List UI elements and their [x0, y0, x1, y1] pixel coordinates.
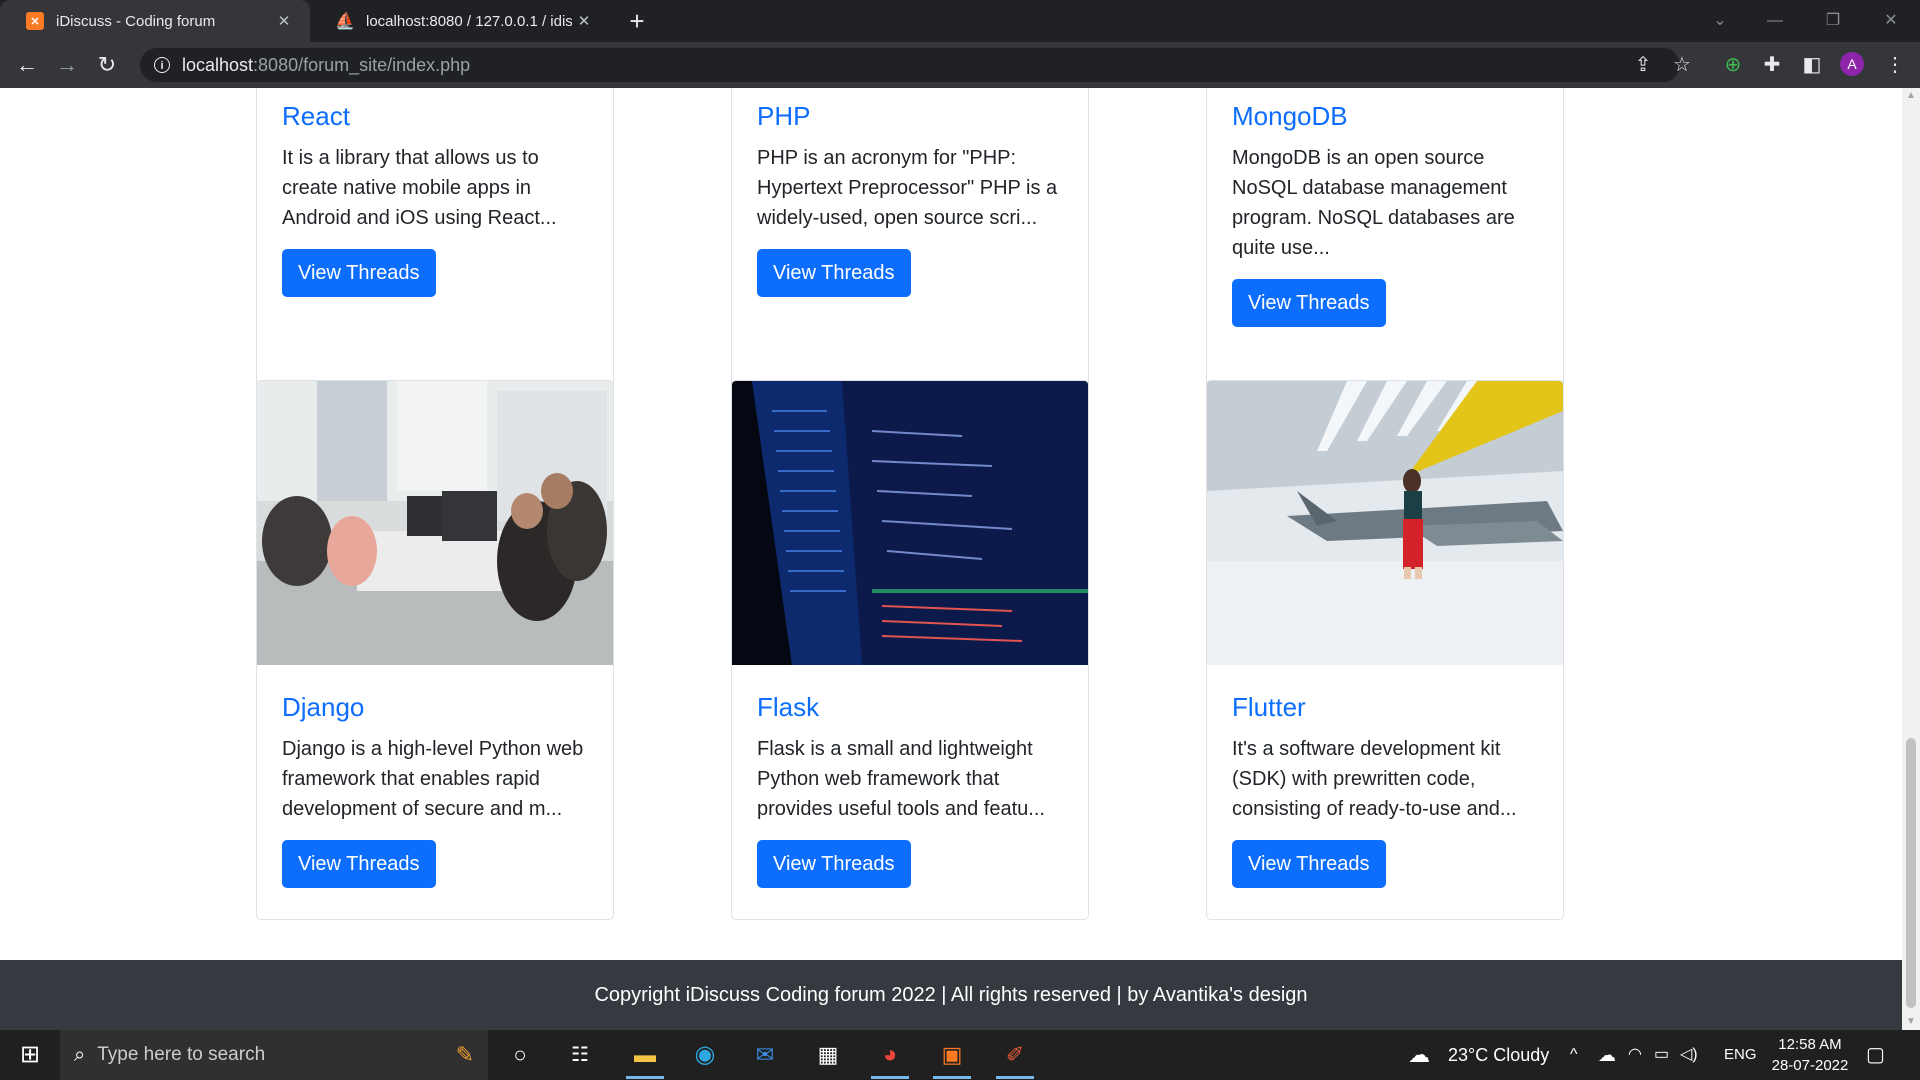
- mail-icon[interactable]: ✉: [740, 1035, 790, 1075]
- address-bar[interactable]: i localhost:8080/forum_site/index.php: [140, 48, 1680, 82]
- card-text: MongoDB is an open source NoSQL database…: [1232, 147, 1515, 259]
- view-threads-button[interactable]: View Threads: [757, 249, 911, 297]
- close-tab-icon[interactable]: ✕: [572, 12, 596, 30]
- file-explorer-icon[interactable]: ▬: [620, 1035, 670, 1079]
- weather-text[interactable]: 23°C Cloudy: [1448, 1030, 1549, 1080]
- restore-button[interactable]: ❐: [1818, 6, 1848, 36]
- clock-date: 28-07-2022: [1771, 1057, 1849, 1074]
- page-scrollbar[interactable]: ▲ ▼: [1902, 88, 1920, 1030]
- card-text: It is a library that allows us to create…: [282, 147, 557, 229]
- site-info-icon[interactable]: i: [154, 57, 170, 73]
- task-view-icon[interactable]: ☷: [560, 1035, 600, 1075]
- clock-time: 12:58 AM: [1778, 1036, 1842, 1053]
- side-panel-icon[interactable]: ◧: [1797, 50, 1827, 80]
- browser-tab-bar: ✕ iDiscuss - Coding forum ✕ ⛵ localhost:…: [0, 0, 1920, 42]
- weather-cloud-icon[interactable]: ☁: [1408, 1030, 1430, 1080]
- wifi-icon[interactable]: ◠: [1628, 1030, 1642, 1080]
- card-php: PHP PHP is an acronym for "PHP: Hypertex…: [731, 88, 1089, 418]
- windows-start-icon[interactable]: ⊞: [12, 1035, 48, 1075]
- view-threads-button[interactable]: View Threads: [1232, 840, 1386, 888]
- office-team-photo: [257, 381, 613, 665]
- minimize-button[interactable]: —: [1760, 6, 1790, 36]
- new-tab-button[interactable]: +: [622, 6, 652, 36]
- close-window-button[interactable]: ✕: [1876, 6, 1906, 36]
- share-icon[interactable]: ⇪: [1628, 50, 1658, 80]
- volume-icon[interactable]: ◁): [1680, 1030, 1698, 1080]
- bookmark-star-icon[interactable]: ☆: [1667, 50, 1697, 80]
- chrome-icon[interactable]: ◕: [865, 1035, 915, 1079]
- phpmyadmin-icon: ⛵: [335, 13, 355, 30]
- card-text: Flask is a small and lightweight Python …: [757, 738, 1045, 820]
- tab-title: iDiscuss - Coding forum: [56, 12, 216, 30]
- card-title[interactable]: PHP: [757, 99, 1063, 133]
- card-flutter: Flutter It's a software development kit …: [1206, 380, 1564, 920]
- browser-toolbar: ← → ↻ i localhost:8080/forum_site/index.…: [0, 42, 1920, 88]
- url-path: :8080/forum_site/index.php: [253, 54, 471, 75]
- tab-search-icon[interactable]: ⌄: [1705, 6, 1735, 36]
- card-text: It's a software development kit (SDK) wi…: [1232, 738, 1517, 820]
- scrollbar-thumb[interactable]: [1906, 738, 1916, 1008]
- card-title[interactable]: React: [282, 99, 588, 133]
- card-title[interactable]: Django: [282, 690, 588, 724]
- tab-idiscuss[interactable]: ✕ iDiscuss - Coding forum ✕: [0, 0, 310, 42]
- card-react: React It is a library that allows us to …: [256, 88, 614, 418]
- microsoft-store-icon[interactable]: ▦: [803, 1035, 853, 1075]
- clock[interactable]: 12:58 AM 28-07-2022: [1768, 1034, 1852, 1076]
- view-threads-button[interactable]: View Threads: [1232, 279, 1386, 327]
- view-threads-button[interactable]: View Threads: [282, 249, 436, 297]
- page-footer: Copyright iDiscuss Coding forum 2022 | A…: [0, 960, 1902, 1030]
- url-host: localhost: [182, 54, 254, 75]
- scroll-up-icon[interactable]: ▲: [1905, 90, 1917, 102]
- search-placeholder: Type here to search: [97, 1044, 266, 1065]
- card-title[interactable]: MongoDB: [1232, 99, 1538, 133]
- tray-chevron-icon[interactable]: ^: [1570, 1030, 1578, 1080]
- extensions-puzzle-icon[interactable]: ✚: [1757, 50, 1787, 80]
- battery-icon[interactable]: ▭: [1654, 1030, 1669, 1080]
- extension-plus-icon[interactable]: ⊕: [1718, 50, 1748, 80]
- card-text: PHP is an acronym for "PHP: Hypertext Pr…: [757, 147, 1058, 229]
- scroll-down-icon[interactable]: ▼: [1905, 1016, 1917, 1028]
- card-text: Django is a high-level Python web framew…: [282, 738, 584, 820]
- aircraft-hangar-photo: [1207, 381, 1563, 665]
- view-threads-button[interactable]: View Threads: [757, 840, 911, 888]
- tab-phpmyadmin[interactable]: ⛵ localhost:8080 / 127.0.0.1 / idiscuss …: [310, 0, 610, 42]
- edge-browser-icon[interactable]: ◉: [680, 1035, 730, 1075]
- search-icon: ⌕: [74, 1043, 86, 1066]
- search-highlight-icon: ✎: [455, 1042, 474, 1067]
- page-viewport: React It is a library that allows us to …: [0, 88, 1902, 1030]
- code-editor-screen-photo: [732, 381, 1088, 665]
- onedrive-icon[interactable]: ☁: [1598, 1030, 1616, 1080]
- forward-button[interactable]: →: [52, 50, 82, 80]
- card-flask: Flask Flask is a small and lightweight P…: [731, 380, 1089, 920]
- notifications-icon[interactable]: ▢: [1866, 1030, 1885, 1080]
- tab-title: localhost:8080 / 127.0.0.1 / idiscuss: [366, 12, 572, 30]
- view-threads-button[interactable]: View Threads: [282, 840, 436, 888]
- xampp-taskbar-icon[interactable]: ▣: [927, 1035, 977, 1079]
- xampp-icon: ✕: [26, 12, 44, 30]
- windows-taskbar: ⊞ ⌕ Type here to search ✎ ○ ☷ ▬ ◉ ✉ ▦ ◕ …: [0, 1030, 1920, 1080]
- paint-app-icon[interactable]: ✐: [990, 1035, 1040, 1079]
- profile-avatar[interactable]: A: [1840, 52, 1864, 76]
- close-tab-icon[interactable]: ✕: [272, 12, 296, 30]
- card-django: Django Django is a high-level Python web…: [256, 380, 614, 920]
- card-title[interactable]: Flutter: [1232, 690, 1538, 724]
- cortana-icon[interactable]: ○: [500, 1035, 540, 1075]
- reload-button[interactable]: ↻: [92, 50, 122, 80]
- menu-kebab-icon[interactable]: ⋮: [1880, 50, 1910, 80]
- language-indicator[interactable]: ENG: [1724, 1030, 1757, 1080]
- taskbar-search-box[interactable]: ⌕ Type here to search ✎: [60, 1030, 488, 1080]
- card-title[interactable]: Flask: [757, 690, 1063, 724]
- back-button[interactable]: ←: [12, 50, 42, 80]
